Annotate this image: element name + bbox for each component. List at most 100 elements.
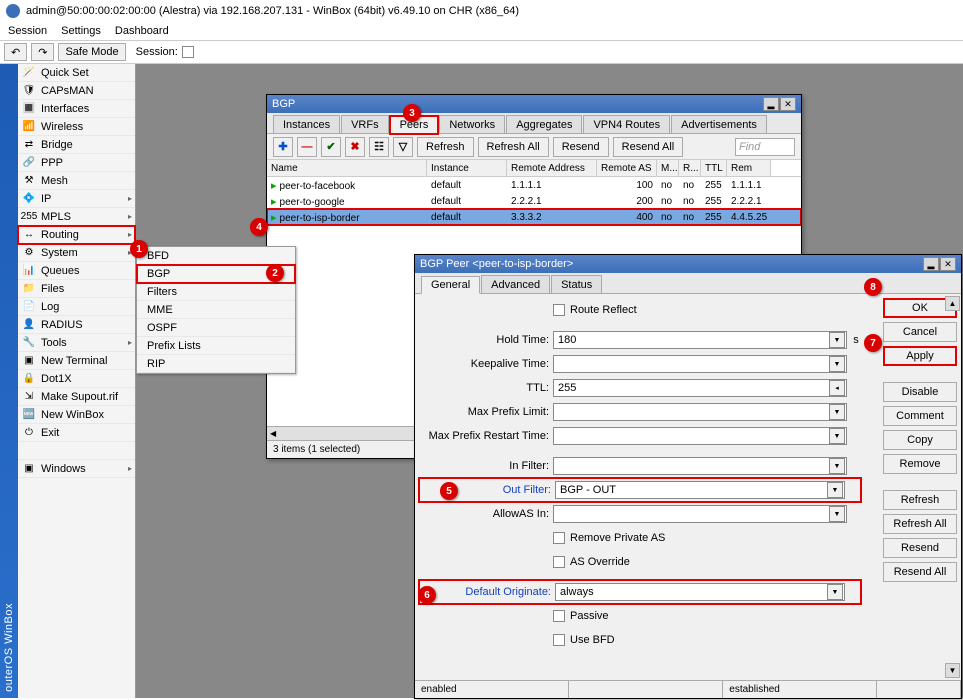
dropdown-icon[interactable]: ▼	[827, 482, 843, 498]
remove-button[interactable]: —	[297, 137, 317, 157]
undo-button[interactable]: ↶	[4, 43, 27, 61]
close-icon[interactable]: ✕	[940, 257, 956, 271]
sidebar-item-log[interactable]: 📄Log	[18, 298, 135, 316]
sidebar-item-mesh[interactable]: ⚒Mesh	[18, 172, 135, 190]
tab-general[interactable]: General	[421, 276, 480, 294]
submenu-ospf[interactable]: OSPF	[137, 319, 295, 337]
as-override-checkbox[interactable]	[553, 556, 565, 568]
dropdown-icon[interactable]: ◂	[829, 380, 845, 396]
enable-button[interactable]: ✔	[321, 137, 341, 157]
cancel-button[interactable]: Cancel	[883, 322, 957, 342]
refresh-button[interactable]: Refresh	[883, 490, 957, 510]
apply-button[interactable]: Apply	[883, 346, 957, 366]
menu-session[interactable]: Session	[8, 25, 47, 37]
use-bfd-checkbox[interactable]	[553, 634, 565, 646]
sidebar-item-windows[interactable]: ▣Windows▸	[18, 460, 135, 478]
tab-advertisements[interactable]: Advertisements	[671, 115, 767, 133]
table-row[interactable]: ▸peer-to-facebookdefault1.1.1.1100nono25…	[267, 177, 801, 193]
menu-dashboard[interactable]: Dashboard	[115, 25, 169, 37]
keepalive-input[interactable]: ▼	[553, 355, 847, 373]
resend-all-button[interactable]: Resend All	[613, 137, 684, 157]
sidebar-item-quick-set[interactable]: 🪄Quick Set	[18, 64, 135, 82]
submenu-bfd[interactable]: BFD	[137, 247, 295, 265]
dropdown-icon[interactable]: ▼	[829, 458, 845, 474]
sidebar-item-tools[interactable]: 🔧Tools▸	[18, 334, 135, 352]
submenu-filters[interactable]: Filters	[137, 283, 295, 301]
col-header[interactable]: TTL	[701, 160, 727, 176]
out-filter-input[interactable]: BGP - OUT▼	[555, 481, 845, 499]
resend-button[interactable]: Resend	[553, 137, 609, 157]
sidebar-item-queues[interactable]: 📊Queues	[18, 262, 135, 280]
allow-as-input[interactable]: ▼	[553, 505, 847, 523]
in-filter-input[interactable]: ▼	[553, 457, 847, 475]
route-reflect-checkbox[interactable]	[553, 304, 565, 316]
minimize-icon[interactable]: ▂	[763, 97, 779, 111]
sidebar-item-system[interactable]: ⚙System▸	[18, 244, 135, 262]
sidebar-item-make-supout.rif[interactable]: ⇲Make Supout.rif	[18, 388, 135, 406]
minimize-icon[interactable]: ▂	[923, 257, 939, 271]
resend-button[interactable]: Resend	[883, 538, 957, 558]
sidebar-item-bridge[interactable]: ⇄Bridge	[18, 136, 135, 154]
sidebar-item-interfaces[interactable]: 🔳Interfaces	[18, 100, 135, 118]
sidebar-item-capsman[interactable]: 🛡CAPsMAN	[18, 82, 135, 100]
dropdown-icon[interactable]: ▼	[829, 332, 845, 348]
sidebar-item-routing[interactable]: ↔Routing▸	[18, 226, 135, 244]
submenu-prefix lists[interactable]: Prefix Lists	[137, 337, 295, 355]
refresh-all-button[interactable]: Refresh All	[883, 514, 957, 534]
sidebar-item-dot1x[interactable]: 🔒Dot1X	[18, 370, 135, 388]
dropdown-icon[interactable]: ▼	[829, 506, 845, 522]
refresh-button[interactable]: Refresh	[417, 137, 474, 157]
sidebar-item-radius[interactable]: 👤RADIUS	[18, 316, 135, 334]
scroll-up-icon[interactable]: ▲	[945, 296, 960, 311]
tab-status[interactable]: Status	[551, 275, 602, 293]
col-header[interactable]: Name	[267, 160, 427, 176]
sidebar-item-mpls[interactable]: 255MPLS▸	[18, 208, 135, 226]
col-header[interactable]: M...	[657, 160, 679, 176]
tab-networks[interactable]: Networks	[439, 115, 505, 133]
disable-button[interactable]: ✖	[345, 137, 365, 157]
sidebar-item-exit[interactable]: ⏻Exit	[18, 424, 135, 442]
comment-button[interactable]: ☷	[369, 137, 389, 157]
peer-titlebar[interactable]: BGP Peer <peer-to-isp-border> ▂✕	[415, 255, 961, 273]
comment-button[interactable]: Comment	[883, 406, 957, 426]
dropdown-icon[interactable]: ▼	[829, 428, 845, 444]
tab-instances[interactable]: Instances	[273, 115, 340, 133]
dropdown-icon[interactable]: ▼	[827, 584, 843, 600]
sidebar-item-wireless[interactable]: 📶Wireless	[18, 118, 135, 136]
add-button[interactable]: ✚	[273, 137, 293, 157]
default-originate-input[interactable]: always▼	[555, 583, 845, 601]
sidebar-item-new-terminal[interactable]: ▣New Terminal	[18, 352, 135, 370]
disable-button[interactable]: Disable	[883, 382, 957, 402]
sidebar-item-new-winbox[interactable]: 🆕New WinBox	[18, 406, 135, 424]
find-input[interactable]: Find	[735, 138, 795, 156]
bgp-titlebar[interactable]: BGP ▂✕	[267, 95, 801, 113]
col-header[interactable]: Remote AS	[597, 160, 657, 176]
ttl-input[interactable]: 255◂	[553, 379, 847, 397]
dropdown-icon[interactable]: ▼	[829, 404, 845, 420]
col-header[interactable]: R...	[679, 160, 701, 176]
max-prefix-input[interactable]: ▼	[553, 403, 847, 421]
copy-button[interactable]: Copy	[883, 430, 957, 450]
remove-private-as-checkbox[interactable]	[553, 532, 565, 544]
close-icon[interactable]: ✕	[780, 97, 796, 111]
col-header[interactable]: Instance	[427, 160, 507, 176]
sidebar-item-files[interactable]: 📁Files	[18, 280, 135, 298]
submenu-rip[interactable]: RIP	[137, 355, 295, 373]
max-prefix-restart-input[interactable]: ▼	[553, 427, 847, 445]
safe-mode-button[interactable]: Safe Mode	[58, 43, 125, 61]
sidebar-item-blank[interactable]	[18, 442, 135, 460]
tab-vpn4-routes[interactable]: VPN4 Routes	[583, 115, 670, 133]
filter-button[interactable]: ▽	[393, 137, 413, 157]
remove-button[interactable]: Remove	[883, 454, 957, 474]
tab-aggregates[interactable]: Aggregates	[506, 115, 582, 133]
col-header[interactable]: Remote Address	[507, 160, 597, 176]
sidebar-item-ppp[interactable]: 🔗PPP	[18, 154, 135, 172]
tab-vrfs[interactable]: VRFs	[341, 115, 389, 133]
menu-settings[interactable]: Settings	[61, 25, 101, 37]
hold-time-input[interactable]: 180▼	[553, 331, 847, 349]
table-row[interactable]: ▸peer-to-googledefault2.2.2.1200nono2552…	[267, 193, 801, 209]
redo-button[interactable]: ↷	[31, 43, 54, 61]
dropdown-icon[interactable]: ▼	[829, 356, 845, 372]
submenu-mme[interactable]: MME	[137, 301, 295, 319]
passive-checkbox[interactable]	[553, 610, 565, 622]
